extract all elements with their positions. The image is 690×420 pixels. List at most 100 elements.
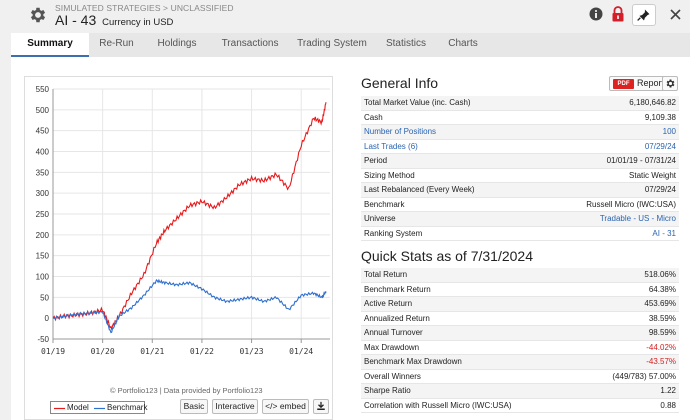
tab-bar: Summary Re-Run Holdings Transactions Tra…: [11, 33, 690, 57]
performance-chart: -50 0 50 100 150 200 250 300 350 400 450 500 550 01/1…: [24, 76, 333, 420]
max-drawdown-label: Max Drawdown: [364, 342, 420, 352]
total-market-value-inc-cash-label: Total Market Value (inc. Cash): [364, 98, 471, 107]
annualized-return-label: Annualized Return: [364, 313, 430, 323]
y-tick-label: 100: [36, 273, 50, 282]
model-series-line: [52, 102, 327, 332]
last-trades-6-value[interactable]: 07/29/24: [645, 142, 676, 151]
x-tick-label: 01/19: [41, 347, 65, 356]
last-trades-6-label[interactable]: Last Trades (6): [364, 142, 418, 151]
y-tick-label: 200: [36, 231, 50, 240]
tab-holdings[interactable]: Holdings: [144, 33, 210, 57]
legend-model[interactable]: Model: [67, 403, 89, 412]
x-tick-label: 01/21: [140, 347, 164, 356]
table-row: Overall Winners (449/783) 57.00%: [361, 370, 679, 384]
table-row: Annualized Return 38.59%: [361, 312, 679, 326]
universe-label: Universe: [364, 214, 396, 223]
info-icon[interactable]: [589, 7, 603, 21]
report-label: Report: [637, 78, 665, 88]
table-row: Benchmark Return 64.38%: [361, 283, 679, 297]
total-return-value: 518.06%: [644, 270, 676, 279]
y-tick-label: 250: [36, 210, 50, 219]
tab-statistics[interactable]: Statistics: [374, 33, 438, 57]
download-button[interactable]: [313, 399, 329, 414]
pin-button[interactable]: [632, 4, 656, 26]
lock-icon[interactable]: [611, 6, 625, 22]
embed-button[interactable]: </> embed: [262, 399, 309, 414]
total-return-label: Total Return: [364, 270, 408, 279]
y-tick-label: 0: [45, 314, 50, 323]
sharpe-ratio-value: 1.22: [660, 386, 676, 395]
x-tick-label: 01/24: [289, 347, 313, 356]
last-rebalanced-every-week-value: 07/29/24: [644, 185, 676, 194]
tab-transactions[interactable]: Transactions: [210, 33, 290, 57]
cash-label: Cash: [364, 112, 383, 122]
pdf-icon: PDF: [613, 79, 634, 89]
tab-charts[interactable]: Charts: [438, 33, 488, 57]
chart-legend: Model Benchmark: [50, 401, 147, 414]
ranking-system-value[interactable]: AI - 31: [652, 229, 676, 238]
benchmark-value: Russell Micro (IWC:USA): [586, 199, 676, 209]
period-label: Period: [364, 156, 388, 165]
table-row: Period 01/01/19 - 07/31/24: [361, 154, 679, 169]
annualized-return-value: 38.59%: [648, 313, 676, 323]
table-row: Cash 9,109.38: [361, 111, 679, 125]
table-row: Last Rebalanced (Every Week) 07/29/24: [361, 183, 679, 198]
benchmark-max-drawdown-label: Benchmark Max Drawdown: [364, 357, 462, 366]
period-value: 01/01/19 - 07/31/24: [606, 156, 676, 165]
overall-winners-value: (449/783) 57.00%: [612, 371, 676, 381]
annual-turnover-label: Annual Turnover: [364, 328, 423, 337]
download-icon: [317, 401, 325, 410]
y-tick-label: 150: [36, 252, 50, 261]
tab-trading-system[interactable]: Trading System: [290, 33, 374, 57]
annual-turnover-value: 98.59%: [648, 328, 676, 337]
table-row: Active Return 453.69%: [361, 297, 679, 312]
table-row: Sharpe Ratio 1.22: [361, 384, 679, 399]
general-info-title: General Info: [361, 75, 439, 91]
chart-svg: -50 0 50 100 150 200 250 300 350 400 450 500 550 01/1…: [36, 85, 330, 356]
table-row: Benchmark Russell Micro (IWC:USA): [361, 198, 679, 212]
x-tick-label: 01/20: [91, 347, 115, 356]
correlation-with-russell-micro-iwc-usa-value: 0.88: [660, 400, 676, 410]
general-info-table: Total Market Value (inc. Cash) 6,180,646.…: [361, 96, 679, 241]
active-return-value: 453.69%: [644, 299, 676, 308]
gear-icon[interactable]: [28, 5, 48, 25]
table-row: Number of Positions 100: [361, 125, 679, 140]
benchmark-series-line: [53, 278, 327, 334]
sharpe-ratio-label: Sharpe Ratio: [364, 386, 411, 395]
universe-value[interactable]: Tradable - US - Micro: [600, 214, 676, 223]
cash-value: 9,109.38: [644, 112, 676, 122]
tab-re-run[interactable]: Re-Run: [89, 33, 144, 57]
table-row: Last Trades (6) 07/29/24: [361, 140, 679, 154]
pin-icon: [637, 9, 650, 21]
number-of-positions-label[interactable]: Number of Positions: [364, 127, 436, 136]
legend-benchmark[interactable]: Benchmark: [107, 403, 147, 412]
benchmark-return-label: Benchmark Return: [364, 284, 431, 294]
last-rebalanced-every-week-label: Last Rebalanced (Every Week): [364, 185, 475, 194]
interactive-chart-button[interactable]: Interactive: [212, 399, 258, 414]
benchmark-return-value: 64.38%: [648, 284, 676, 294]
y-tick-label: -50: [37, 335, 49, 344]
x-tick-label: 01/23: [240, 347, 264, 356]
tab-summary[interactable]: Summary: [11, 33, 89, 57]
basic-chart-button[interactable]: Basic: [180, 399, 208, 414]
table-row: Annual Turnover 98.59%: [361, 326, 679, 341]
y-tick-label: 500: [36, 106, 50, 115]
ranking-system-label: Ranking System: [364, 228, 423, 238]
benchmark-max-drawdown-value: -43.57%: [646, 357, 676, 366]
header-bar: SIMULATED STRATEGIES > UNCLASSIFIED AI -…: [0, 0, 690, 32]
table-row: Total Return 518.06%: [361, 268, 679, 283]
strategy-name: AI - 43: [55, 12, 97, 28]
chart-credit: © Portfolio123 | Data provided by Portfo…: [110, 386, 263, 395]
table-row: Ranking System AI - 31: [361, 227, 679, 241]
number-of-positions-value[interactable]: 100: [663, 127, 676, 136]
close-icon[interactable]: [670, 9, 681, 20]
y-tick-label: 550: [36, 85, 50, 94]
y-tick-label: 450: [36, 127, 50, 136]
report-settings-button[interactable]: [662, 76, 678, 91]
quick-stats-title: Quick Stats as of 7/31/2024: [361, 248, 533, 264]
sizing-method-value: Static Weight: [629, 170, 676, 180]
y-tick-label: 300: [36, 189, 50, 198]
table-row: Correlation with Russell Micro (IWC:USA)…: [361, 399, 679, 413]
table-row: Sizing Method Static Weight: [361, 169, 679, 183]
correlation-with-russell-micro-iwc-usa-label: Correlation with Russell Micro (IWC:USA): [364, 400, 512, 410]
